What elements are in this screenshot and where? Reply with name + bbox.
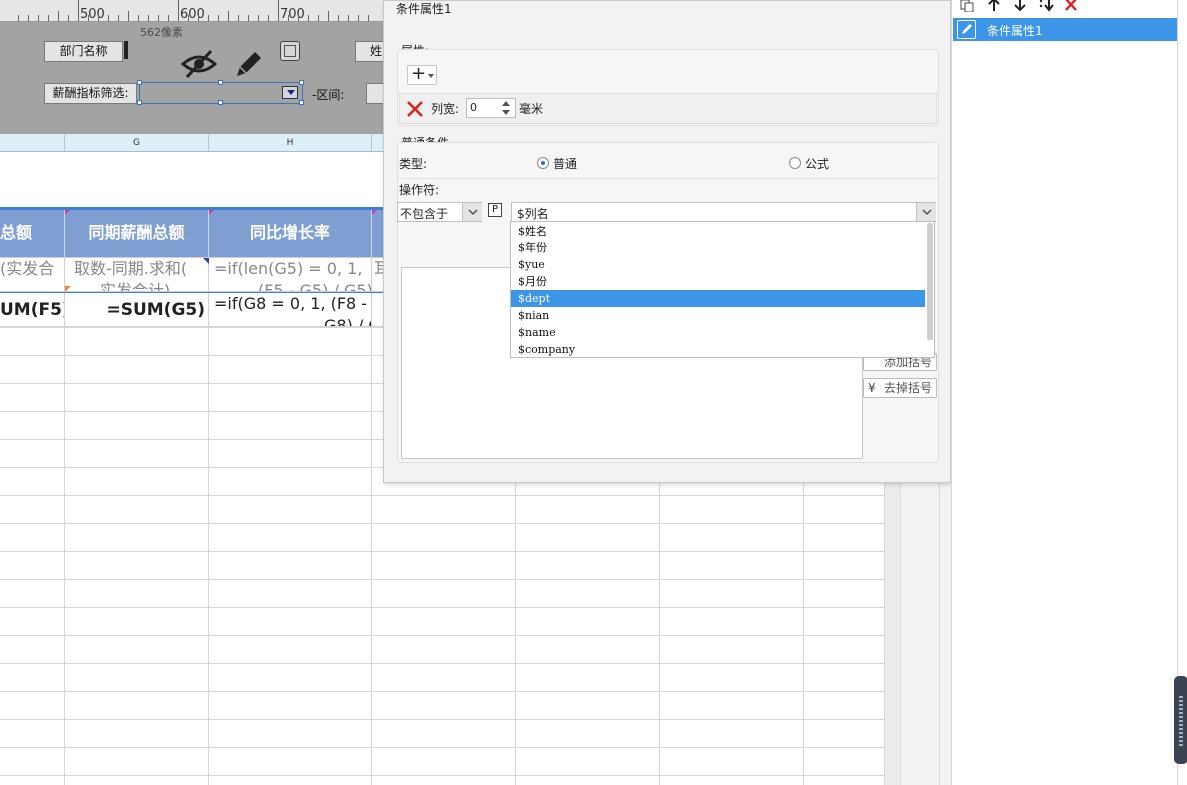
move-down-icon[interactable] [1014, 0, 1026, 12]
cell-f5[interactable]: (实发合 [0, 258, 65, 292]
cell-f6[interactable]: UM(F5) [0, 293, 65, 327]
header-prior-total[interactable]: 同期薪酬总额 [65, 210, 209, 258]
chevron-down-icon [916, 203, 936, 221]
cell-h6-line1: =if(G8 = 0, 1, (F8 - [214, 294, 368, 313]
copy-icon[interactable] [960, 0, 974, 13]
remove-bracket-button[interactable]: ¥ 去掉括号 [863, 378, 937, 398]
dropdown-item[interactable]: $nian [511, 307, 925, 324]
chevron-down-icon [462, 203, 482, 221]
col-width-value: 0 [470, 101, 477, 114]
cell-g6[interactable]: =SUM(G5) [65, 293, 209, 327]
delete-icon[interactable] [1064, 0, 1078, 12]
radio-normal[interactable] [537, 157, 549, 169]
condition-item-label: 条件属性1 [987, 24, 1043, 38]
radio-formula-label: 公式 [805, 157, 830, 171]
dropdown-item-selected[interactable]: $dept [511, 290, 925, 307]
plus-icon: + [411, 63, 427, 84]
edit-pencil-icon[interactable] [233, 48, 265, 80]
column-header-g[interactable]: G [65, 134, 209, 152]
cell-f5-text: (实发合 [0, 259, 55, 278]
operator-label: 操作符: [399, 183, 440, 197]
add-attribute-button[interactable]: + [407, 63, 437, 85]
value-select[interactable]: $列名 [511, 202, 936, 222]
condition-item-selected[interactable]: 条件属性1 [953, 18, 1177, 41]
cell-h6-line2: G8) / G8) [324, 316, 371, 327]
range-label: -区间: [312, 88, 345, 102]
ruler-label-600: 600 [180, 7, 205, 22]
col-width-stepper[interactable]: 0 [466, 98, 516, 118]
value-text: $列名 [517, 207, 549, 221]
stepper-down-icon[interactable] [502, 110, 510, 115]
panel-divider [1177, 0, 1178, 785]
hide-icon[interactable] [180, 48, 218, 80]
separator [398, 178, 938, 179]
value-dropdown-list[interactable]: $姓名 $年份 $yue $月份 $dept $nian $name $comp… [510, 221, 935, 358]
cell-h6[interactable]: =if(G8 = 0, 1, (F8 - G8) / G8) [209, 293, 372, 327]
type-label: 类型: [399, 157, 428, 171]
stepper-up-icon[interactable] [502, 101, 510, 106]
parameter-icon-text: P [491, 204, 499, 215]
move-bottom-icon[interactable] [1038, 0, 1054, 12]
cell-g5[interactable]: 取数-同期.求和( 实发合计) [65, 258, 209, 292]
operator-value: 不包含于 [400, 207, 449, 221]
cell-g5-line2: 实发合计) [100, 281, 171, 292]
operator-select[interactable]: 不包含于 [397, 202, 482, 222]
dropdown-item[interactable]: $company [511, 341, 925, 358]
cell-marker [203, 258, 209, 264]
cell-corner-marker [65, 210, 70, 215]
dept-name-input[interactable] [124, 41, 128, 59]
widget-settings-icon[interactable] [280, 41, 300, 61]
radio-normal-label: 普通 [553, 157, 578, 171]
ruler-label-500: 500 [80, 7, 105, 22]
header-total[interactable]: 总额 [0, 210, 65, 258]
condition-list-panel: 条件属性1 [951, 0, 1187, 785]
pixel-position-note: 562像素 [140, 26, 183, 39]
side-drag-handle[interactable] [1174, 676, 1187, 764]
dropdown-item[interactable]: $姓名 [511, 223, 925, 240]
header-yoy-growth[interactable]: 同比增长率 [209, 210, 372, 258]
move-up-icon[interactable] [988, 0, 1000, 12]
edit-icon [957, 20, 976, 39]
unit-label: 毫米 [519, 102, 544, 116]
radio-formula[interactable] [789, 157, 801, 169]
col-width-label: 列宽: [431, 102, 460, 116]
salary-filter-label: 薪酬指标筛选: [44, 83, 137, 104]
range-input[interactable] [366, 83, 384, 104]
delete-attribute-icon[interactable] [405, 99, 425, 119]
dropdown-item[interactable]: $月份 [511, 273, 925, 290]
parameter-icon[interactable]: P [488, 203, 502, 217]
cell-corner-marker [209, 210, 214, 215]
horizontal-ruler: 500 600 700 [0, 0, 383, 22]
ruler-label-700: 700 [280, 7, 305, 22]
bracket-icon: ¥ [868, 381, 876, 395]
dialog-title: 条件属性1 [396, 2, 452, 16]
dropdown-item[interactable]: $年份 [511, 239, 925, 256]
salary-filter-combobox[interactable] [137, 80, 304, 105]
cell-h5-line2: (F5 - G5) / G5) [258, 281, 372, 292]
cell-corner-marker [372, 210, 377, 215]
remove-bracket-label: 去掉括号 [884, 381, 933, 395]
column-header-h[interactable]: H [209, 134, 372, 152]
dropdown-scrollbar[interactable] [927, 223, 933, 340]
cell-h5[interactable]: =if(len(G5) = 0, 1, (F5 - G5) / G5) [209, 258, 372, 292]
cell-h5-line1: =if(len(G5) = 0, 1, [214, 259, 363, 278]
chevron-down-icon [428, 74, 434, 78]
dropdown-item[interactable]: $name [511, 324, 925, 341]
sheet-right-gutter [885, 483, 900, 785]
dept-name-label: 部门名称 [44, 41, 123, 62]
cutoff-widget[interactable]: 姓 [355, 41, 385, 62]
column-header-f[interactable] [0, 134, 65, 152]
dropdown-item[interactable]: $yue [511, 256, 925, 273]
cell-g5-line1: 取数-同期.求和( [74, 259, 188, 278]
